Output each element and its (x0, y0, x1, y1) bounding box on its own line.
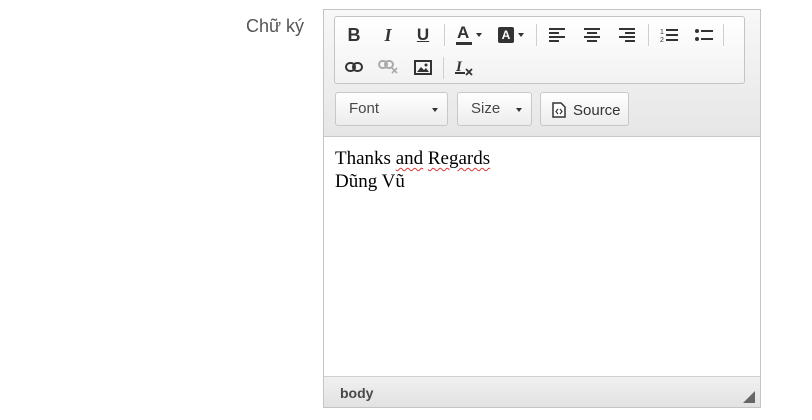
align-left-icon (549, 28, 565, 42)
content-line: Thanks and Regards (335, 148, 491, 169)
remove-format-icon: I (455, 59, 473, 76)
link-button[interactable] (341, 54, 367, 80)
chevron-down-icon (518, 33, 524, 37)
resize-handle-icon[interactable] (743, 391, 755, 403)
rich-text-editor: B I U A A 1 2 I Font Size Source Thanks … (323, 9, 761, 408)
editor-content[interactable]: Thanks and Regards Dũng Vũ (324, 137, 760, 376)
align-center-button[interactable] (579, 22, 605, 48)
underline-icon: U (416, 25, 430, 44)
source-icon (552, 102, 566, 118)
bold-icon: B (347, 24, 361, 45)
underline-button[interactable]: U (410, 22, 436, 48)
bullet-list-button[interactable] (691, 22, 717, 48)
font-select-label: Font (349, 100, 380, 117)
element-path[interactable]: body (340, 385, 373, 401)
toolbar-separator (723, 24, 724, 46)
image-button[interactable] (410, 54, 436, 80)
align-right-button[interactable] (614, 22, 640, 48)
align-center-icon (584, 28, 600, 42)
text-color-icon: A (456, 23, 472, 45)
content-line: Dũng Vũ (335, 171, 405, 192)
bold-button[interactable]: B (341, 22, 367, 48)
svg-text:1: 1 (660, 29, 664, 36)
size-select[interactable]: Size (457, 92, 532, 126)
misspelled-word: Regards (427, 148, 491, 169)
toolbar-separator (443, 57, 444, 79)
chevron-down-icon (476, 33, 482, 37)
editor-statusbar: body (324, 376, 760, 407)
align-right-icon (619, 28, 635, 42)
chevron-down-icon (432, 108, 438, 112)
source-button-label: Source (573, 102, 621, 119)
numbered-list-icon: 12 (660, 29, 678, 43)
unlink-button[interactable] (375, 54, 401, 80)
text-color-button[interactable]: A (453, 22, 485, 48)
image-icon (414, 59, 432, 75)
align-left-button[interactable] (544, 22, 570, 48)
font-select[interactable]: Font (335, 92, 448, 126)
source-button[interactable]: Source (540, 92, 629, 126)
bullet-list-icon (695, 29, 713, 41)
signature-label: Chữ ký (246, 16, 305, 36)
italic-icon: I (384, 24, 392, 45)
misspelled-word: and (395, 148, 424, 169)
toolbar-separator (536, 24, 537, 46)
remove-format-button[interactable]: I (451, 54, 477, 80)
editor-toolbar: B I U A A 1 2 I (334, 16, 745, 84)
editor-toolbar-area: B I U A A 1 2 I Font Size Source (324, 10, 760, 137)
toolbar-separator (648, 24, 649, 46)
chevron-down-icon (516, 108, 522, 112)
italic-button[interactable]: I (375, 22, 401, 48)
toolbar-separator (444, 24, 445, 46)
svg-text:2: 2 (660, 37, 664, 43)
size-select-label: Size (471, 100, 501, 117)
link-icon (345, 62, 363, 72)
background-color-button[interactable]: A (495, 22, 527, 48)
background-color-icon: A (498, 27, 514, 43)
unlink-icon (378, 60, 398, 74)
numbered-list-button[interactable]: 12 (656, 22, 682, 48)
